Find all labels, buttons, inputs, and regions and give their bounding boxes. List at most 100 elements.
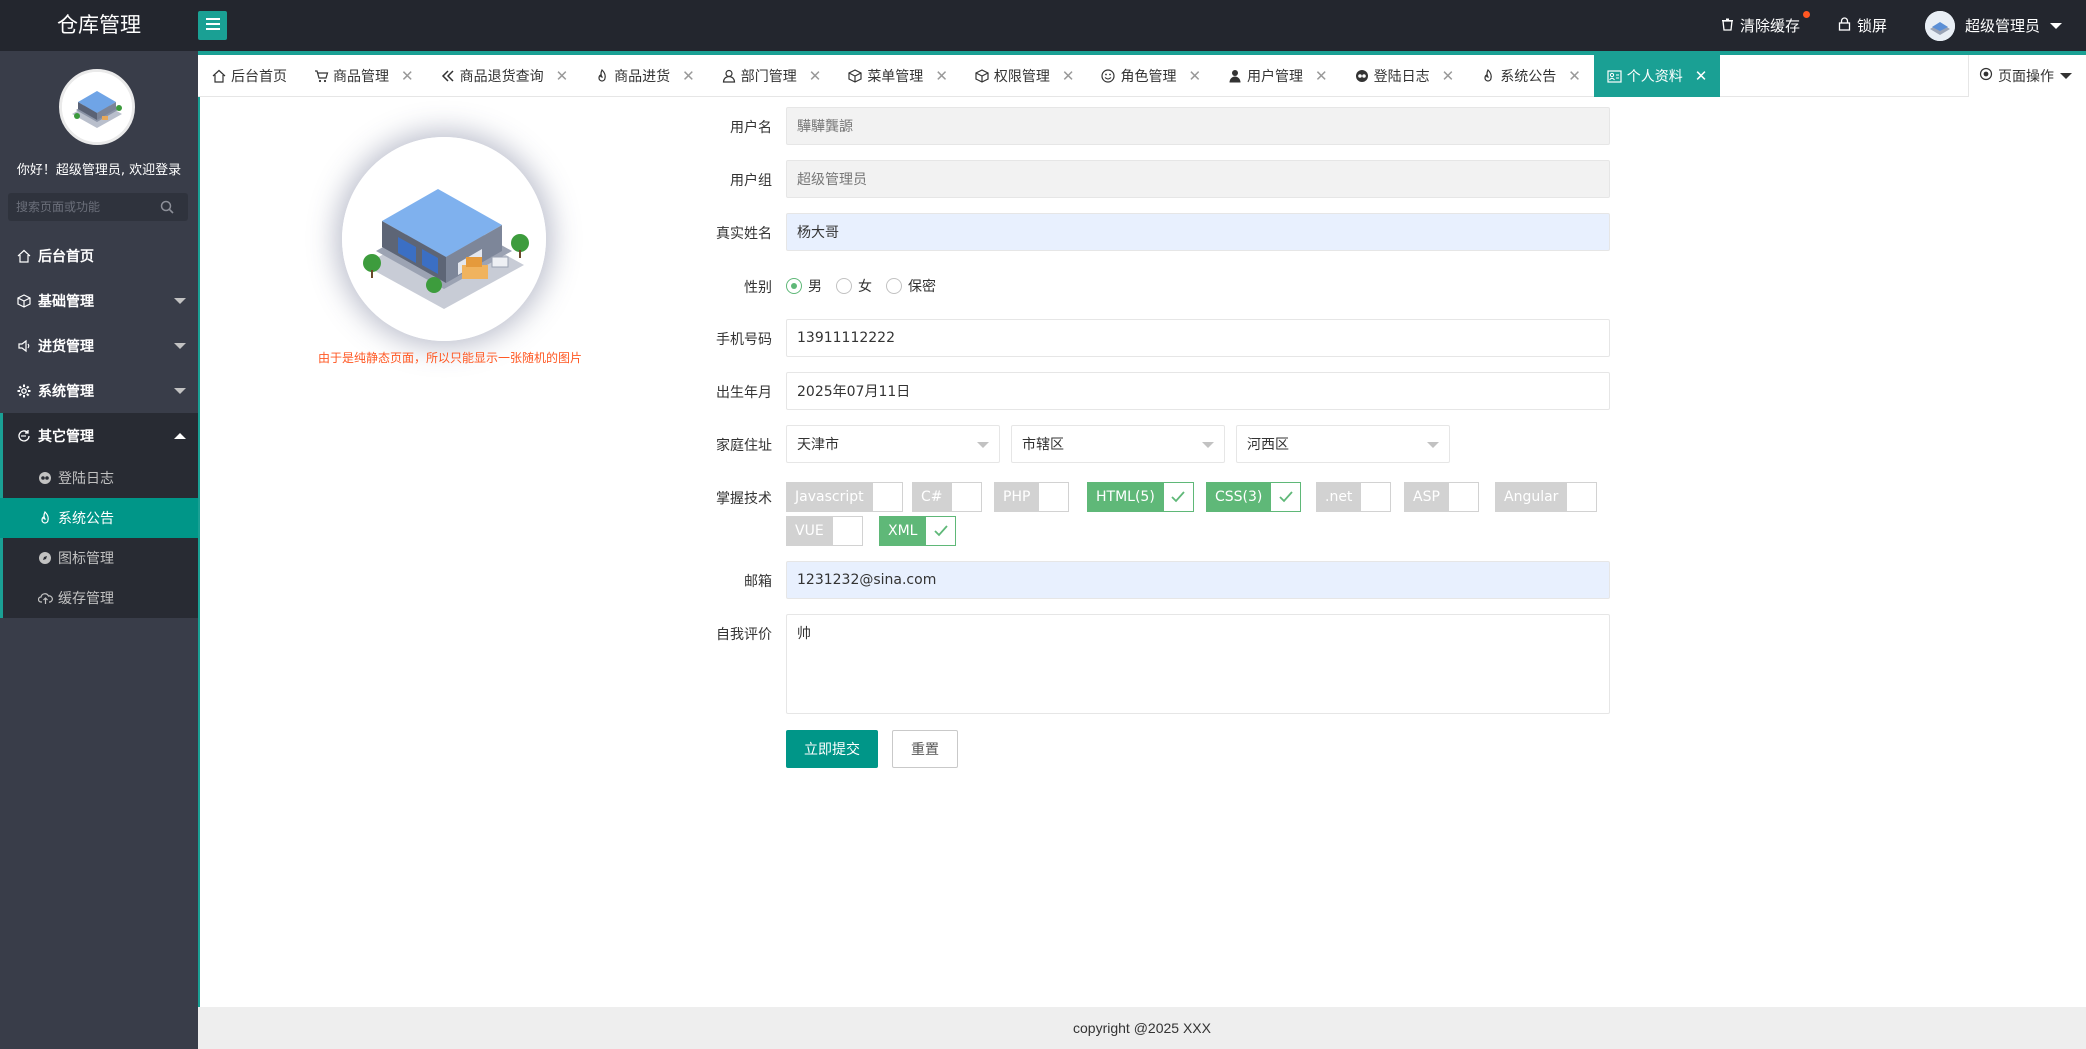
gender-female-radio[interactable]: 女 (836, 276, 872, 296)
email-field[interactable] (786, 561, 1610, 599)
search-input[interactable] (8, 200, 156, 214)
sidebar-item-other[interactable]: 其它管理 (0, 413, 198, 458)
skill-checkbox-javascript[interactable]: Javascript (786, 482, 903, 512)
skill-checkbox-csharp[interactable]: C# (912, 482, 982, 512)
skill-checkbox-php[interactable]: PHP (994, 482, 1070, 512)
tab-menu[interactable]: 菜单管理 ✕ (834, 55, 961, 97)
skill-checkbox-html5[interactable]: HTML(5) (1087, 482, 1194, 512)
gender-secret-radio[interactable]: 保密 (886, 276, 936, 296)
select-value: 天津市 (797, 437, 839, 453)
check-icon (1163, 482, 1194, 512)
tab-user[interactable]: 用户管理 ✕ (1214, 55, 1341, 97)
close-icon[interactable]: ✕ (1315, 67, 1328, 85)
hamburger-icon[interactable] (198, 11, 227, 40)
tab-department[interactable]: 部门管理 ✕ (708, 55, 835, 97)
sidebar-item-login-log[interactable]: 登陆日志 (3, 458, 198, 498)
birth-date-field[interactable] (786, 372, 1610, 410)
footer: copyright @2025 XXX (198, 1007, 2086, 1049)
notification-dot (1802, 11, 1810, 18)
skill-checkbox-xml[interactable]: XML (879, 516, 957, 546)
checkbox-label: .net (1316, 482, 1362, 512)
radio-circle (886, 278, 902, 294)
tab-returns[interactable]: 商品退货查询 ✕ (427, 55, 582, 97)
check-icon (926, 516, 957, 546)
close-icon[interactable]: ✕ (1188, 67, 1201, 85)
tab-goods[interactable]: 商品管理 ✕ (300, 55, 427, 97)
double-left-icon (440, 68, 456, 84)
phone-field[interactable] (786, 319, 1610, 357)
checkbox-box (832, 516, 863, 546)
checkbox-label: C# (912, 482, 952, 512)
close-icon[interactable]: ✕ (1568, 67, 1581, 85)
district-select[interactable]: 河西区 (1236, 425, 1450, 463)
tab-home[interactable]: 后台首页 (198, 55, 300, 97)
tab-permission[interactable]: 权限管理 ✕ (961, 55, 1088, 97)
tab-purchase[interactable]: 商品进货 ✕ (581, 55, 708, 97)
sidebar-item-label: 图标管理 (58, 551, 114, 567)
close-icon[interactable]: ✕ (935, 67, 948, 85)
email-label: 邮箱 (744, 574, 772, 590)
close-icon[interactable]: ✕ (1062, 67, 1075, 85)
search-icon[interactable] (156, 196, 178, 218)
target-icon (1979, 67, 1993, 85)
user-menu[interactable]: 超级管理员 (1924, 10, 2062, 41)
home-icon (211, 68, 227, 84)
province-select[interactable]: 天津市 (786, 425, 1000, 463)
refresh-icon (16, 428, 32, 444)
bio-textarea[interactable]: 帅 (786, 614, 1610, 714)
profile-content: 由于是纯静态页面，所以只能显示一张随机的图片 用户名 用户组 真实姓名 性别 男… (198, 97, 2086, 1007)
skill-checkbox-angular[interactable]: Angular (1495, 482, 1598, 512)
select-value: 市辖区 (1022, 437, 1064, 453)
tab-profile[interactable]: 个人资料 ✕ (1593, 55, 1721, 97)
sidebar-item-notice[interactable]: 系统公告 (0, 498, 198, 538)
city-select[interactable]: 市辖区 (1011, 425, 1225, 463)
reset-button[interactable]: 重置 (892, 730, 958, 768)
sidebar-item-purchase[interactable]: 进货管理 (0, 323, 198, 368)
clear-cache-button[interactable]: 清除缓存 (1721, 11, 1810, 36)
close-icon[interactable]: ✕ (401, 67, 414, 85)
page-operations-dropdown[interactable]: 页面操作 (1968, 55, 2086, 97)
speaker-icon (16, 338, 32, 354)
close-icon[interactable]: ✕ (682, 67, 695, 85)
radio-label: 保密 (908, 279, 936, 295)
sidebar-item-basic[interactable]: 基础管理 (0, 278, 198, 323)
realname-field[interactable] (786, 213, 1610, 251)
sidebar-item-icons[interactable]: 图标管理 (3, 538, 198, 578)
gender-radio-group: 男 女 保密 (786, 276, 936, 296)
fire-icon (594, 68, 610, 84)
page-op-label: 页面操作 (1998, 69, 2054, 85)
tab-role[interactable]: 角色管理 ✕ (1087, 55, 1214, 97)
skill-checkbox-vue[interactable]: VUE (786, 516, 863, 546)
sidebar-item-home[interactable]: 后台首页 (0, 233, 198, 278)
skill-checkbox-asp[interactable]: ASP (1404, 482, 1479, 512)
skill-checkbox-css3[interactable]: CSS(3) (1206, 482, 1302, 512)
checkbox-label: CSS(3) (1206, 482, 1272, 512)
address-label: 家庭住址 (716, 438, 772, 454)
close-icon[interactable]: ✕ (556, 67, 569, 85)
close-icon[interactable]: ✕ (809, 67, 822, 85)
tab-label: 商品管理 (333, 69, 389, 85)
tab-bar: 后台首页 商品管理 ✕ 商品退货查询 ✕ 商品进货 ✕ 部门管理 ✕ 菜单管理 … (198, 55, 2086, 97)
close-icon[interactable]: ✕ (1695, 67, 1708, 85)
log-icon (37, 470, 53, 486)
lock-icon (1838, 16, 1851, 35)
gender-male-radio[interactable]: 男 (786, 276, 822, 296)
lock-screen-button[interactable]: 锁屏 (1838, 15, 1887, 36)
sidebar-item-cache[interactable]: 缓存管理 (3, 578, 198, 618)
sidebar-submenu: 登陆日志 系统公告 图标管理 缓存管理 (0, 458, 198, 618)
phone-label: 手机号码 (716, 332, 772, 348)
person-icon (1227, 68, 1243, 84)
group-label: 用户组 (730, 173, 772, 189)
close-icon[interactable]: ✕ (1442, 67, 1455, 85)
welcome-text: 你好！超级管理员, 欢迎登录 (16, 163, 182, 178)
realname-label: 真实姓名 (716, 226, 772, 242)
sidebar-nav: 后台首页 基础管理 进货管理 系统管理 其它管理 登陆日志 系统公告 图标管理 … (0, 233, 198, 618)
tab-notice[interactable]: 系统公告 ✕ (1467, 55, 1594, 97)
sidebar-item-label: 系统管理 (38, 383, 94, 400)
submit-button[interactable]: 立即提交 (786, 730, 878, 768)
skill-checkbox-dotnet[interactable]: .net (1316, 482, 1392, 512)
cube-icon (16, 293, 32, 309)
chevron-down-icon (174, 298, 186, 304)
tab-login-log[interactable]: 登陆日志 ✕ (1341, 55, 1468, 97)
sidebar-item-system[interactable]: 系统管理 (0, 368, 198, 413)
